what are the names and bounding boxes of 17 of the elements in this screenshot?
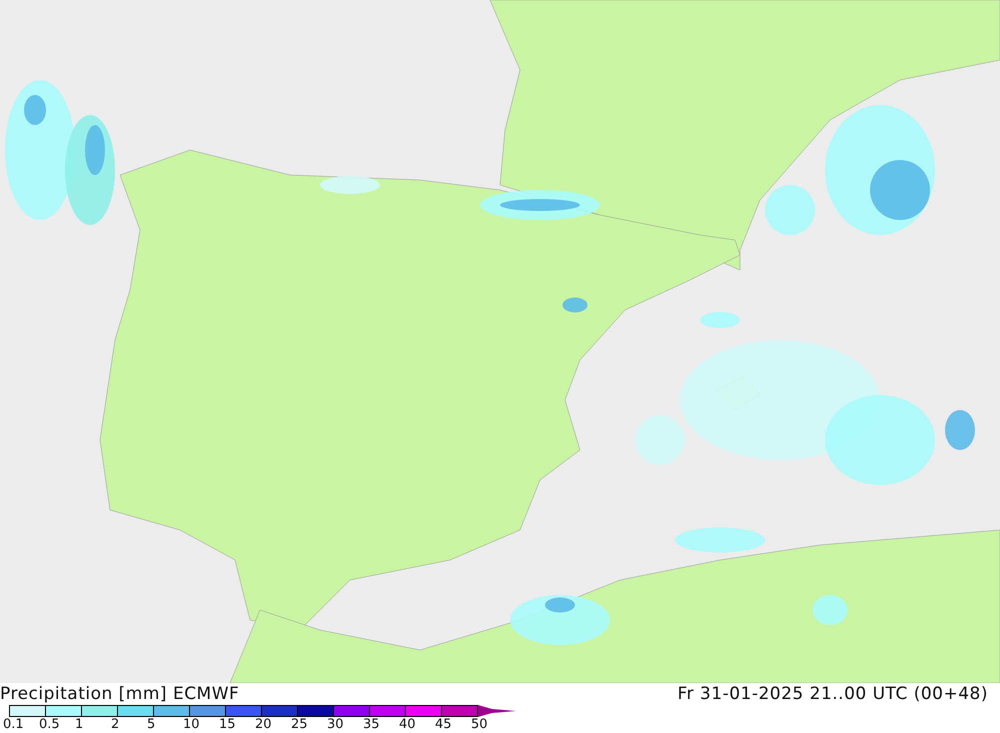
legend-label: 40 <box>399 717 417 732</box>
legend-label: 15 <box>219 717 237 732</box>
valid-time: Fr 31-01-2025 21..00 UTC (00+48) <box>678 683 988 706</box>
legend-label: 5 <box>147 717 156 732</box>
map-title: Precipitation [mm] ECMWF <box>0 683 240 705</box>
legend-label: 2 <box>111 717 120 732</box>
legend-label: 0.5 <box>39 717 61 732</box>
legend-label: 45 <box>435 717 453 732</box>
legend-label: 30 <box>327 717 345 732</box>
legend-label: 1 <box>75 717 84 732</box>
legend-label: 10 <box>183 717 201 732</box>
legend-label: 0.1 <box>3 717 25 732</box>
legend-label: 25 <box>291 717 309 732</box>
legend-label: 50 <box>471 717 489 732</box>
legend-label: 35 <box>363 717 381 732</box>
legend-label: 20 <box>255 717 273 732</box>
legend-arrow-icon <box>478 705 516 717</box>
